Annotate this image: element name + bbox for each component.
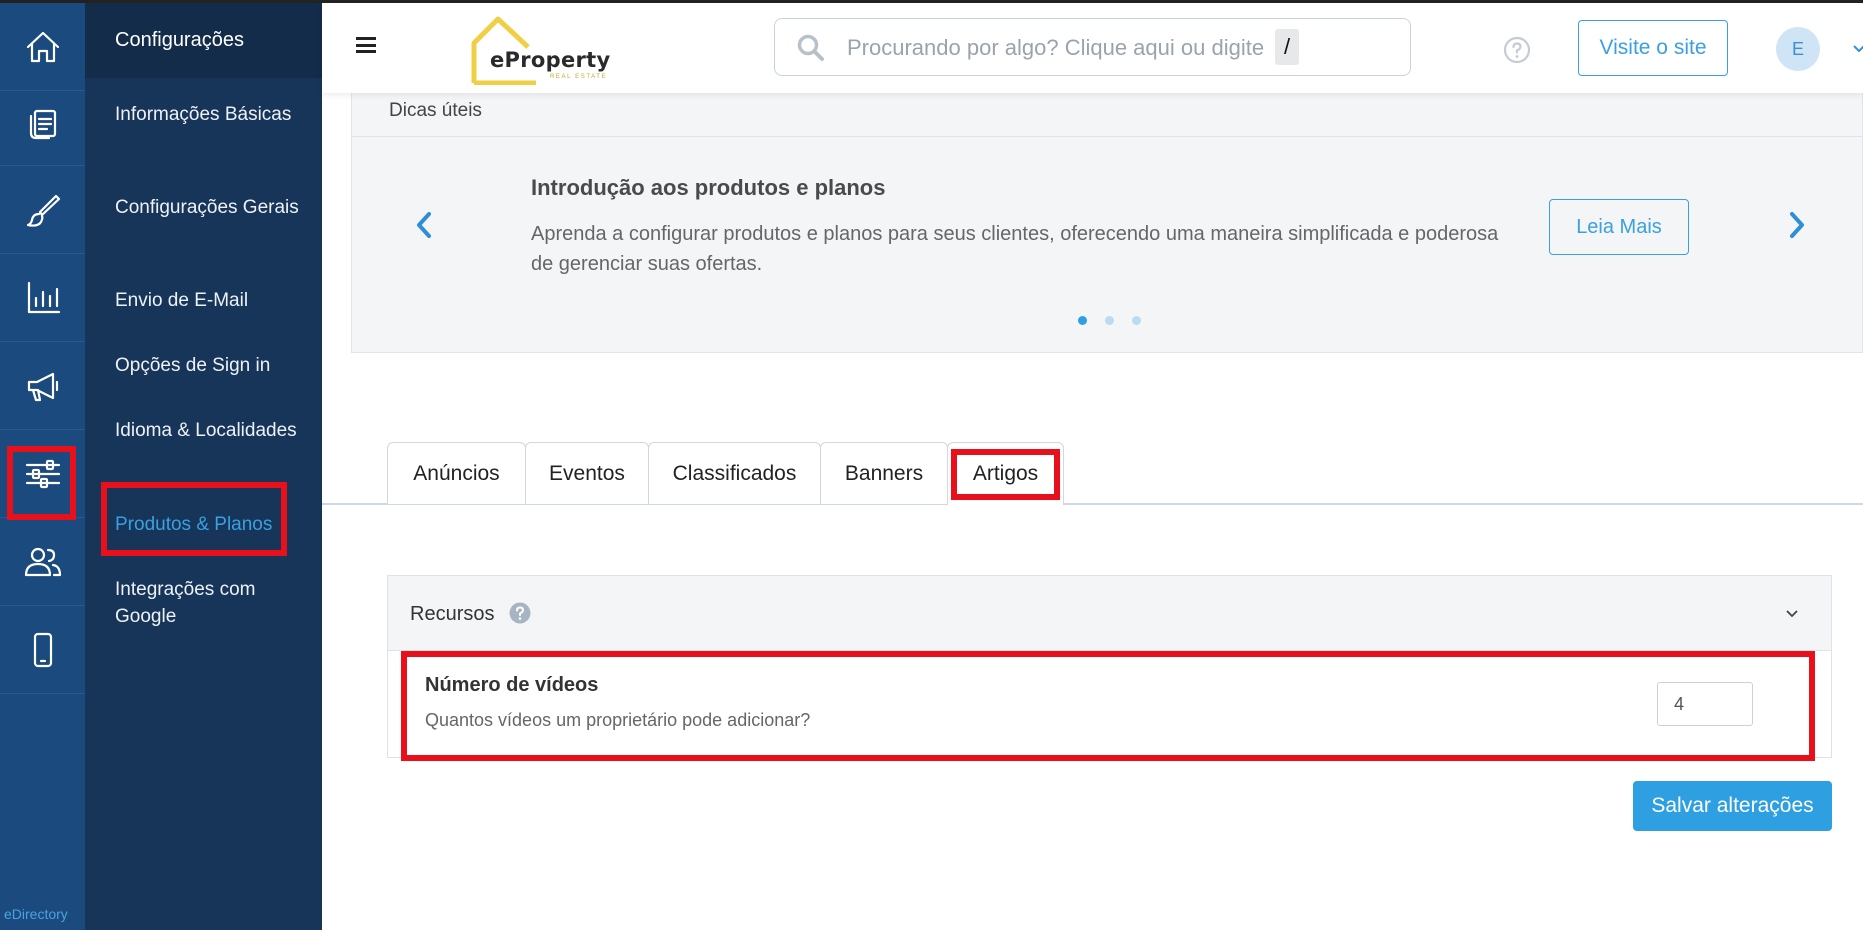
sidebar-item-language[interactable]: Idioma & Localidades (115, 417, 305, 444)
settings-sidebar: Configurações Informações Básicas Config… (85, 3, 322, 930)
menu-icon[interactable] (356, 37, 376, 53)
sidebar-item-basic-info[interactable]: Informações Básicas (115, 101, 305, 128)
bar-chart-icon (27, 281, 60, 313)
carousel-dot-1[interactable] (1078, 316, 1087, 325)
resources-title: Recursos (410, 603, 495, 625)
read-more-button[interactable]: Leia Mais (1549, 199, 1689, 255)
rail-mobile[interactable] (0, 606, 85, 694)
search-input[interactable] (847, 31, 1277, 65)
avatar[interactable]: E (1776, 27, 1820, 71)
sidebar-item-sign-in[interactable]: Opções de Sign in (115, 352, 305, 379)
mobile-icon (33, 632, 52, 667)
sliders-icon (25, 459, 60, 488)
rail-reports[interactable] (0, 254, 85, 342)
tab-anuncios[interactable]: Anúncios (387, 442, 526, 504)
help-icon[interactable] (1503, 36, 1531, 64)
carousel-dot-3[interactable] (1132, 316, 1141, 325)
sidebar-title: Configurações (85, 3, 322, 78)
save-button[interactable]: Salvar alterações (1633, 781, 1832, 831)
sidebar-item-google[interactable]: Integrações com Google (115, 576, 305, 630)
rail-users[interactable] (0, 518, 85, 606)
top-bar: eProperty REAL ESTATE / Visite o site E (322, 3, 1863, 93)
videos-count-input[interactable] (1657, 682, 1753, 726)
tips-divider (352, 136, 1862, 137)
search-shortcut-key: / (1275, 29, 1299, 65)
resources-header[interactable]: Recursos (388, 576, 1831, 651)
tips-title: Dicas úteis (389, 100, 482, 121)
search-icon (797, 34, 824, 61)
search-box[interactable]: / (774, 18, 1411, 76)
brush-icon (26, 194, 60, 227)
visit-site-button[interactable]: Visite o site (1578, 20, 1728, 76)
chevron-down-icon[interactable] (1784, 606, 1800, 622)
chevron-left-icon[interactable] (412, 210, 436, 240)
tips-panel: Dicas úteis Introdução aos produtos e pl… (351, 93, 1863, 353)
rail-promotion[interactable] (0, 342, 85, 430)
icon-rail: eDirectory (0, 3, 85, 930)
tab-classificados[interactable]: Classificados (648, 442, 821, 504)
home-icon (26, 31, 59, 62)
tip-heading: Introdução aos produtos e planos (531, 175, 886, 200)
chevron-right-icon[interactable] (1785, 210, 1809, 240)
brand-label: eDirectory (4, 906, 68, 922)
videos-field-help: Quantos vídeos um proprietário pode adic… (425, 710, 811, 730)
question-icon[interactable] (509, 602, 531, 624)
carousel-dot-2[interactable] (1105, 316, 1114, 325)
top-border (0, 0, 1863, 3)
resources-card: Recursos Número de vídeos Quantos vídeos… (387, 575, 1832, 758)
tip-text: Aprenda a configurar produtos e planos p… (531, 223, 1499, 275)
logo-name: eProperty (490, 48, 611, 72)
rail-content[interactable] (0, 78, 85, 166)
sidebar-item-products-plans[interactable]: Produtos & Planos (115, 511, 305, 538)
users-icon (24, 547, 61, 576)
logo-subtitle: REAL ESTATE (550, 74, 608, 80)
sidebar-item-email[interactable]: Envio de E-Mail (115, 287, 305, 314)
rail-settings[interactable] (0, 430, 85, 518)
tab-eventos[interactable]: Eventos (525, 442, 649, 504)
sidebar-item-general-settings[interactable]: Configurações Gerais (115, 194, 305, 221)
videos-field-label: Número de vídeos (425, 674, 599, 696)
rail-design[interactable] (0, 166, 85, 254)
chevron-down-icon[interactable] (1853, 43, 1863, 55)
tab-artigos[interactable]: Artigos (947, 442, 1064, 505)
tab-banners[interactable]: Banners (820, 442, 948, 504)
documents-icon (29, 109, 56, 139)
megaphone-icon (27, 372, 58, 401)
logo[interactable]: eProperty REAL ESTATE (470, 13, 620, 85)
